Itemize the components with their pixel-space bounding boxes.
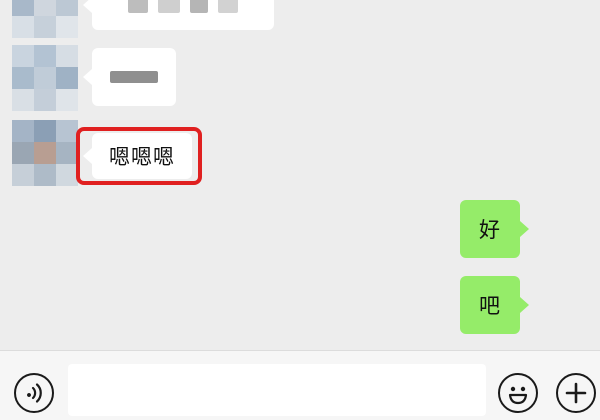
contact-avatar[interactable] <box>12 0 78 38</box>
input-bar <box>0 350 600 420</box>
message-bubble-sent[interactable]: 吧 <box>460 276 529 334</box>
voice-button[interactable] <box>14 373 54 413</box>
emoji-icon <box>508 386 528 405</box>
blurred-text <box>218 0 238 13</box>
chat-area: 嗯嗯嗯 好 吧 <box>0 0 600 350</box>
contact-avatar[interactable] <box>12 120 78 186</box>
message-bubble-blurred[interactable] <box>83 0 274 30</box>
blurred-text <box>190 0 208 13</box>
blurred-text <box>158 0 180 13</box>
contact-avatar[interactable] <box>12 45 78 111</box>
more-button[interactable] <box>556 373 596 413</box>
message-input[interactable] <box>68 364 486 416</box>
message-bubble-blurred[interactable] <box>83 48 176 106</box>
emoji-button[interactable] <box>498 373 538 413</box>
blurred-text <box>110 71 158 83</box>
message-text: 吧 <box>479 294 501 318</box>
plus-icon <box>565 382 587 404</box>
voice-icon <box>27 383 42 403</box>
blurred-text <box>128 0 148 13</box>
message-text: 好 <box>479 218 501 242</box>
message-bubble-sent[interactable]: 好 <box>460 200 529 258</box>
highlight-annotation-box <box>76 127 202 185</box>
